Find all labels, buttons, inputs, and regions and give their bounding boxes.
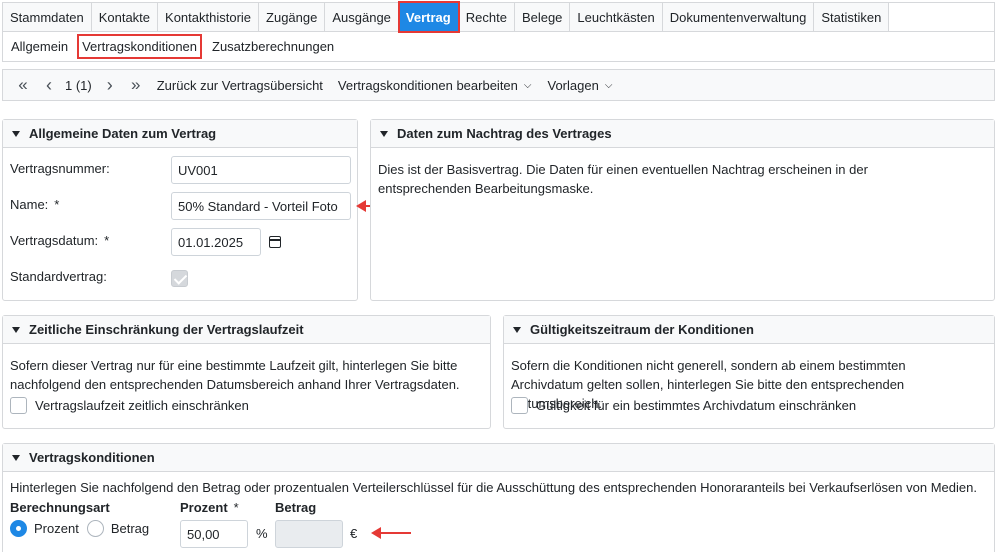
name-input[interactable]: 50% Standard - Vorteil Foto bbox=[171, 192, 351, 220]
record-toolbar: « ‹ 1 (1) › » Zurück zur Vertragsübersic… bbox=[2, 69, 995, 101]
contract-number-label: Vertragsnummer: bbox=[10, 161, 110, 176]
panel-header[interactable]: Daten zum Nachtrag des Vertrages bbox=[371, 120, 994, 148]
percent-unit: % bbox=[256, 526, 268, 541]
percent-radio[interactable] bbox=[10, 520, 27, 537]
tab-belege[interactable]: Belege bbox=[514, 2, 571, 32]
percent-input[interactable]: 50,00 bbox=[180, 520, 248, 548]
tab-ausgaenge[interactable]: Ausgänge bbox=[325, 2, 399, 32]
calendar-icon[interactable] bbox=[269, 236, 281, 248]
panel-title: Daten zum Nachtrag des Vertrages bbox=[397, 126, 612, 141]
amount-radio[interactable] bbox=[86, 520, 104, 537]
validity-period-panel: Gültigkeitszeitraum der Konditionen Sofe… bbox=[503, 315, 995, 429]
main-tabs: Stammdaten Kontakte Kontakthistorie Zugä… bbox=[2, 1, 995, 33]
subtab-zusatzberechnungen[interactable]: Zusatzberechnungen bbox=[205, 39, 341, 54]
contract-conditions-panel: Vertragskonditionen Hinterlegen Sie nach… bbox=[2, 443, 995, 552]
percent-radio-label[interactable]: Prozent bbox=[34, 521, 79, 536]
page-indicator: 1 (1) bbox=[65, 77, 92, 93]
tab-vertrag[interactable]: Vertrag bbox=[397, 1, 460, 33]
collapse-icon bbox=[12, 454, 20, 461]
panel-title: Gültigkeitszeitraum der Konditionen bbox=[530, 322, 754, 337]
term-restriction-label: Vertragslaufzeit zeitlich einschränken bbox=[35, 398, 249, 413]
percent-label: Prozent bbox=[180, 500, 228, 515]
term-checkbox-row[interactable]: Vertragslaufzeit zeitlich einschränken bbox=[10, 397, 249, 414]
tab-dokumentenverwaltung[interactable]: Dokumentenverwaltung bbox=[662, 2, 815, 32]
tabs-filler bbox=[889, 2, 995, 31]
last-page-icon[interactable]: » bbox=[126, 75, 146, 95]
addendum-text: Dies ist der Basisvertrag. Die Daten für… bbox=[378, 162, 868, 196]
required-mark: * bbox=[104, 233, 110, 248]
standard-contract-row: Standardvertrag: bbox=[10, 269, 107, 284]
tab-leuchtkaesten[interactable]: Leuchtkästen bbox=[570, 2, 663, 32]
calc-type-label: Berechnungsart bbox=[10, 500, 110, 515]
name-label: Name: bbox=[10, 197, 49, 212]
panel-header[interactable]: Allgemeine Daten zum Vertrag bbox=[3, 120, 357, 148]
tab-statistiken[interactable]: Statistiken bbox=[814, 2, 890, 32]
amount-input[interactable] bbox=[275, 520, 343, 548]
annotation-arrow bbox=[371, 527, 411, 539]
validity-checkbox-row[interactable]: Gültigkeit für ein bestimmtes Archivdatu… bbox=[511, 397, 856, 414]
templates-label: Vorlagen bbox=[547, 77, 599, 93]
panel-header[interactable]: Vertragskonditionen bbox=[3, 444, 994, 472]
panel-title: Vertragskonditionen bbox=[29, 450, 155, 465]
collapse-icon bbox=[513, 326, 521, 333]
panel-header[interactable]: Gültigkeitszeitraum der Konditionen bbox=[504, 316, 994, 344]
required-mark: * bbox=[233, 500, 239, 515]
collapse-icon bbox=[12, 130, 20, 137]
edit-conditions-label: Vertragskonditionen bearbeiten bbox=[337, 77, 518, 93]
subtab-vertragskonditionen[interactable]: Vertragskonditionen bbox=[77, 34, 203, 59]
panel-title: Allgemeine Daten zum Vertrag bbox=[29, 126, 217, 141]
archive-date-label: Gültigkeit für ein bestimmtes Archivdatu… bbox=[536, 398, 857, 413]
tab-rechte[interactable]: Rechte bbox=[458, 2, 515, 32]
tab-kontakte[interactable]: Kontakte bbox=[91, 2, 159, 32]
templates-menu[interactable]: Vorlagen ⌵ bbox=[547, 78, 612, 93]
calc-type-options: Prozent Betrag bbox=[10, 520, 149, 537]
first-page-icon[interactable]: « bbox=[13, 75, 33, 95]
previous-page-icon[interactable]: ‹ bbox=[39, 75, 59, 96]
chevron-down-icon: ⌵ bbox=[604, 79, 613, 91]
contract-date-row: Vertragsdatum: * bbox=[10, 233, 109, 248]
name-row: Name: * bbox=[10, 197, 59, 212]
standard-contract-label: Standardvertrag: bbox=[10, 269, 107, 284]
chevron-down-icon: ⌵ bbox=[523, 79, 532, 91]
term-restriction-checkbox[interactable] bbox=[10, 397, 27, 414]
amount-label: Betrag bbox=[275, 500, 317, 515]
tab-zugaenge[interactable]: Zugänge bbox=[259, 2, 326, 32]
subtab-allgemein[interactable]: Allgemein bbox=[4, 39, 75, 54]
general-data-panel: Allgemeine Daten zum Vertrag Vertragsnum… bbox=[2, 119, 358, 301]
contract-number-row: Vertragsnummer: bbox=[10, 161, 110, 176]
conditions-text: Hinterlegen Sie nachfolgend den Betrag o… bbox=[10, 480, 977, 495]
next-page-icon[interactable]: › bbox=[100, 75, 120, 96]
percent-field-label: Prozent * bbox=[180, 500, 239, 515]
contract-date-input[interactable]: 01.01.2025 bbox=[171, 228, 261, 256]
addendum-panel: Daten zum Nachtrag des Vertrages Dies is… bbox=[370, 119, 995, 301]
edit-conditions-menu[interactable]: Vertragskonditionen bearbeiten ⌵ bbox=[338, 78, 532, 93]
currency-unit: € bbox=[350, 526, 358, 541]
collapse-icon bbox=[12, 326, 20, 333]
panel-title: Zeitliche Einschränkung der Vertragslauf… bbox=[29, 322, 304, 337]
contract-date-label: Vertragsdatum: bbox=[10, 233, 99, 248]
standard-contract-checkbox[interactable] bbox=[171, 270, 188, 287]
back-to-overview-button[interactable]: Zurück zur Vertragsübersicht bbox=[157, 78, 323, 93]
sub-tabs: Allgemein Vertragskonditionen Zusatzbere… bbox=[2, 32, 995, 62]
panel-header[interactable]: Zeitliche Einschränkung der Vertragslauf… bbox=[3, 316, 490, 344]
archive-date-checkbox[interactable] bbox=[511, 397, 528, 414]
tab-kontakthistorie[interactable]: Kontakthistorie bbox=[158, 2, 260, 32]
collapse-icon bbox=[380, 130, 388, 137]
term-text: Sofern dieser Vertrag nur für eine besti… bbox=[10, 358, 460, 392]
amount-radio-label[interactable]: Betrag bbox=[111, 521, 149, 536]
tab-stammdaten[interactable]: Stammdaten bbox=[2, 2, 92, 32]
required-mark: * bbox=[54, 197, 60, 212]
term-restriction-panel: Zeitliche Einschränkung der Vertragslauf… bbox=[2, 315, 491, 429]
contract-number-input[interactable]: UV001 bbox=[171, 156, 351, 184]
